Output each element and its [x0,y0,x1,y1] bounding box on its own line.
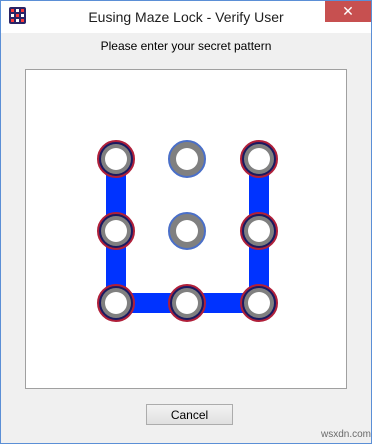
pattern-node-center [176,148,198,170]
pattern-grid[interactable] [26,70,346,388]
app-icon-dot [11,19,14,22]
pattern-prompt: Please enter your secret pattern [100,39,272,53]
app-icon-dot [11,9,14,12]
app-icon-dot [21,19,24,22]
pattern-node-center [248,220,270,242]
close-button[interactable]: ✕ [325,1,371,22]
pattern-node-center [105,292,127,314]
app-icon-dot [11,14,14,17]
pattern-node-center [176,220,198,242]
pattern-node-center [105,148,127,170]
pattern-node-r1c3[interactable] [240,140,278,178]
cancel-button[interactable]: Cancel [146,404,233,425]
pattern-node-center [105,220,127,242]
pattern-node-r1c2[interactable] [168,140,206,178]
pattern-node-r2c1[interactable] [97,212,135,250]
pattern-node-r1c1[interactable] [97,140,135,178]
app-icon-dot [16,9,19,12]
window-title: Eusing Maze Lock - Verify User [88,9,284,25]
app-icon-dot [21,14,24,17]
pattern-node-r3c2[interactable] [168,284,206,322]
app-icon-dot [21,9,24,12]
pattern-node-center [176,292,198,314]
maze-lock-app-icon [9,7,26,24]
pattern-node-r3c3[interactable] [240,284,278,322]
title-bar[interactable]: Eusing Maze Lock - Verify User ✕ [1,1,371,33]
pattern-node-r3c1[interactable] [97,284,135,322]
app-icon-dot [16,14,19,17]
pattern-node-r2c3[interactable] [240,212,278,250]
pattern-node-r2c2[interactable] [168,212,206,250]
maze-lock-window: Eusing Maze Lock - Verify User ✕ Please … [0,0,372,444]
app-icon-dot [16,19,19,22]
pattern-node-center [248,148,270,170]
pattern-panel[interactable] [25,69,347,389]
watermark-text: wsxdn.com [320,429,371,440]
pattern-node-center [248,292,270,314]
